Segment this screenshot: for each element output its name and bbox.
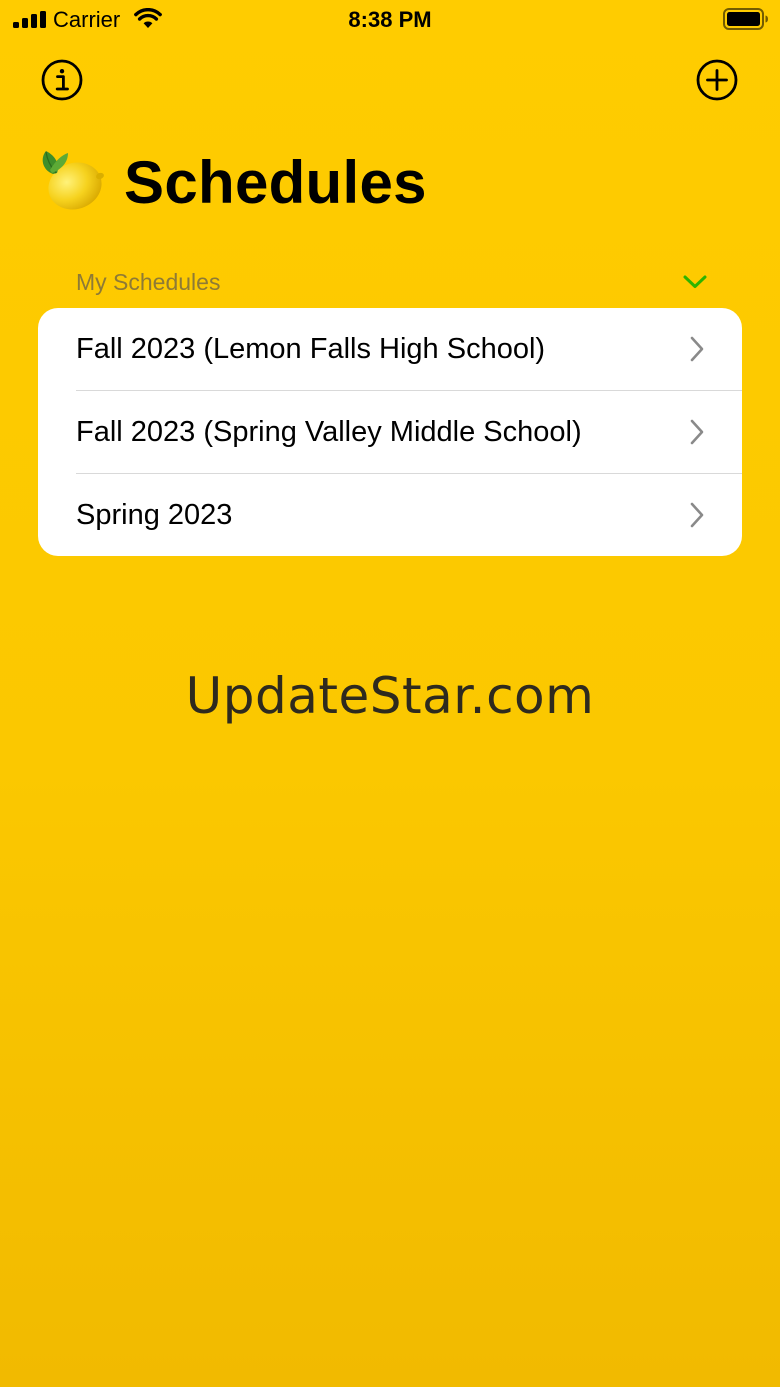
- schedule-row-spring-valley[interactable]: Fall 2023 (Spring Valley Middle School): [38, 391, 742, 474]
- clock-time: 8:38 PM: [348, 7, 432, 32]
- battery-icon: [723, 8, 768, 30]
- schedule-row-label: Fall 2023 (Spring Valley Middle School): [76, 416, 582, 448]
- schedule-row-label: Spring 2023: [76, 499, 233, 531]
- chevron-down-icon: [683, 275, 707, 288]
- schedule-row-spring-2023[interactable]: Spring 2023: [38, 474, 742, 556]
- plus-circle-icon: [696, 59, 738, 101]
- info-button[interactable]: [40, 58, 84, 102]
- page-title: Schedules: [124, 149, 427, 216]
- info-icon: [41, 59, 83, 101]
- section-label: My Schedules: [76, 269, 221, 295]
- status-bar: Carrier 8:38 PM: [0, 0, 780, 40]
- add-schedule-button[interactable]: [695, 58, 739, 102]
- title-row: Schedules: [38, 146, 738, 222]
- lemon-icon: [42, 151, 104, 210]
- schedule-list: Fall 2023 (Lemon Falls High School) Fall…: [38, 308, 742, 556]
- chevron-right-icon: [690, 336, 704, 362]
- chevron-right-icon: [690, 419, 704, 445]
- schedule-row-lemon-falls[interactable]: Fall 2023 (Lemon Falls High School): [38, 308, 742, 391]
- chevron-right-icon: [690, 502, 704, 528]
- schedule-row-label: Fall 2023 (Lemon Falls High School): [76, 333, 546, 365]
- section-header-my-schedules[interactable]: My Schedules: [76, 266, 716, 298]
- watermark-text: UpdateStar.com: [185, 667, 595, 725]
